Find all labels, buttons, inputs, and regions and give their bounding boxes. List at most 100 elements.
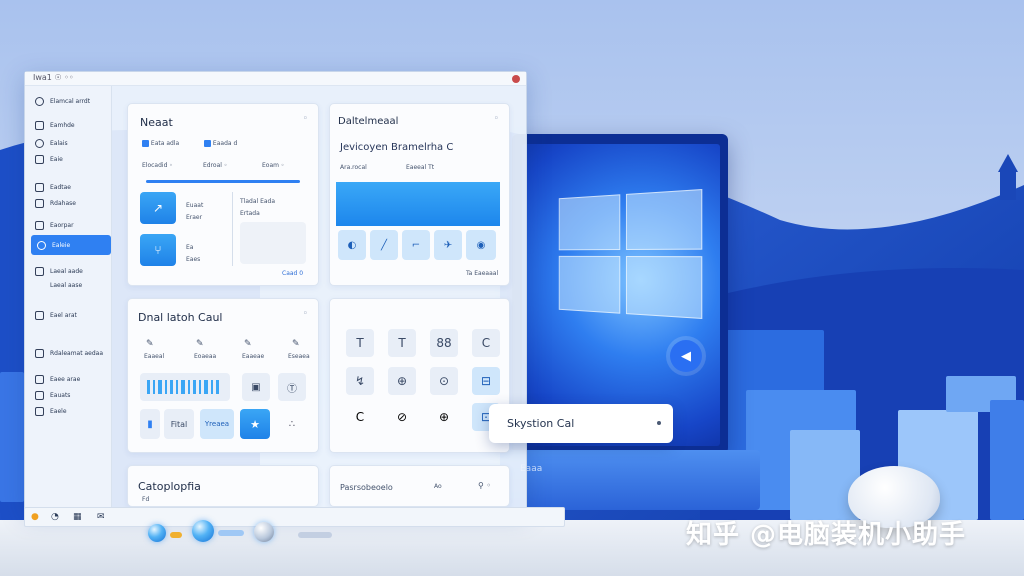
text-tool-icon: T (356, 336, 364, 350)
card-footer-link[interactable]: Caad 0 (282, 270, 303, 277)
chip-label: Eaada d (212, 140, 238, 147)
tool-tile[interactable]: C (346, 403, 374, 431)
text-tool-icon: T (398, 336, 406, 350)
edit-icon: ✎ (146, 339, 154, 349)
mail-icon[interactable]: ✉ (97, 512, 105, 522)
more-icon[interactable]: ◦ (494, 114, 499, 124)
close-icon[interactable] (512, 75, 520, 83)
tool-tile[interactable]: ⊙ (430, 367, 458, 395)
sidebar-item[interactable]: Elamcal arrdt (29, 92, 109, 110)
subtab[interactable]: Eoam ◦ (262, 162, 284, 169)
sidebar-item-label: Ealais (50, 139, 68, 147)
action-tile[interactable]: ▣ (242, 373, 270, 401)
sidebar-item[interactable]: Laeal aase (29, 276, 109, 294)
tool-tile[interactable]: T (388, 329, 416, 357)
pin-icon: ✎ (244, 339, 252, 349)
screen-action-button[interactable]: ◀ (670, 340, 702, 372)
watermark-text: 知乎 @电脑装机小助手 (686, 520, 967, 550)
app-orb-icon[interactable] (192, 520, 214, 542)
sidebar-item[interactable]: Eael arat (29, 306, 109, 324)
tool-tile[interactable]: ↯ (346, 367, 374, 395)
sidebar-item[interactable]: Rdaleamat aedaa (29, 344, 109, 362)
popup-dot-icon[interactable] (657, 421, 661, 425)
sidebar-item[interactable]: Eaorpar (29, 216, 109, 234)
sidebar-item-label: Eaie (50, 155, 63, 163)
app-orb-icon[interactable] (254, 522, 274, 542)
progress-bar (146, 180, 300, 183)
app-pill[interactable] (218, 530, 244, 536)
card-footer: Ta Eaeaaal (466, 270, 499, 277)
subtab[interactable]: Elocadid ◦ (142, 162, 173, 169)
tool-tile[interactable]: ⊕ (430, 403, 458, 431)
tool-tile[interactable]: ⊕ (388, 367, 416, 395)
theme-swatch[interactable]: ⌐ (402, 230, 430, 260)
sidebar-item-label: Elamcal arrdt (50, 97, 91, 105)
metric-label: Eaaeal (144, 353, 165, 360)
document-icon (35, 198, 44, 208)
action-tile[interactable]: Yreaea (200, 409, 234, 439)
action-tile[interactable]: Fital (164, 409, 194, 439)
sidebar-item-label: Eaele (50, 407, 67, 415)
subtab[interactable]: Edroal ◦ (203, 162, 227, 169)
arrow-icon: ↗ (152, 201, 164, 215)
notification-popup[interactable]: Skystion Cal (489, 404, 673, 443)
lock-icon (35, 281, 44, 290)
tile-sub: Eraer (186, 214, 203, 221)
more-icon[interactable]: ◦ (303, 114, 308, 124)
chip-icon (142, 140, 149, 147)
chair-icon: ⌐ (411, 239, 421, 251)
app-pill[interactable] (298, 532, 332, 538)
app-pill[interactable] (170, 532, 182, 538)
home-icon (35, 96, 44, 106)
pin-icon[interactable]: ⚲ ◦ (478, 481, 491, 490)
user-icon (35, 154, 44, 164)
sidebar-item[interactable]: Eamhde (29, 116, 109, 134)
tile-label: Ea (186, 244, 194, 251)
sidebar-item-label: Eaorpar (50, 221, 74, 229)
more-icon[interactable]: ◦ (303, 309, 308, 319)
flag-icon: ✎ (292, 339, 300, 349)
sidebar-item-active[interactable]: Ealeie (31, 235, 111, 255)
star-button[interactable]: ★ (240, 409, 270, 439)
sidebar-item-label: Eadtae (50, 183, 71, 191)
tool-tile[interactable]: T (346, 329, 374, 357)
chip[interactable]: Eaada d (204, 140, 237, 147)
feature-tile[interactable]: ⑂ (140, 234, 176, 266)
plus-icon: ⊕ (438, 410, 450, 424)
action-tile[interactable]: ▮ (140, 409, 160, 439)
action-tile[interactable]: Ⓣ (278, 373, 306, 401)
row-label: Eaeeal Tt (406, 164, 435, 171)
tool-tile[interactable]: C (472, 329, 500, 357)
tool-tile[interactable]: 88 (430, 329, 458, 357)
edge-icon[interactable]: ◔ (51, 512, 59, 522)
dots-icon: ∴ (288, 418, 296, 430)
more-tile[interactable]: ∴ (278, 409, 306, 439)
theme-swatch[interactable]: ◐ (338, 230, 366, 260)
sidebar-item[interactable]: Eaie (29, 150, 109, 168)
doc-icon: ▮ (147, 418, 153, 430)
sidebar-item[interactable]: Eaele (29, 402, 109, 420)
tag-icon: ✎ (196, 339, 204, 349)
card-title: Neaat (140, 116, 173, 129)
card-sub: Fd (142, 496, 150, 503)
tool-tile[interactable]: ⊟ (472, 367, 500, 395)
window-titlebar[interactable]: Iwa1 ☉ ◦◦ (25, 72, 526, 86)
feature-tile[interactable]: ↗ (140, 192, 176, 224)
panel-sub: Ertada (240, 210, 260, 217)
monitor-screen: ◀ (522, 144, 720, 446)
app-orb-icon[interactable] (148, 524, 166, 542)
start-icon[interactable]: ● (31, 512, 39, 522)
divider (232, 192, 233, 266)
grid-tool-icon: 88 (436, 336, 452, 350)
layers-icon (35, 220, 44, 230)
tools-card: T T 88 C ↯ ⊕ ⊙ ⊟ C ⊘ ⊕ ⊡ (329, 298, 510, 453)
target-icon: ⊙ (438, 374, 450, 388)
chip[interactable]: Eata adla (142, 140, 179, 147)
sidebar-item[interactable]: Rdahase (29, 194, 109, 212)
theme-swatch[interactable]: ✈ (434, 230, 462, 260)
tool-tile[interactable]: ⊘ (388, 403, 416, 431)
calendar-icon[interactable]: ▦ (73, 512, 82, 522)
color-preview (336, 182, 500, 226)
theme-swatch[interactable]: ╱ (370, 230, 398, 260)
theme-swatch[interactable]: ◉ (466, 230, 496, 260)
